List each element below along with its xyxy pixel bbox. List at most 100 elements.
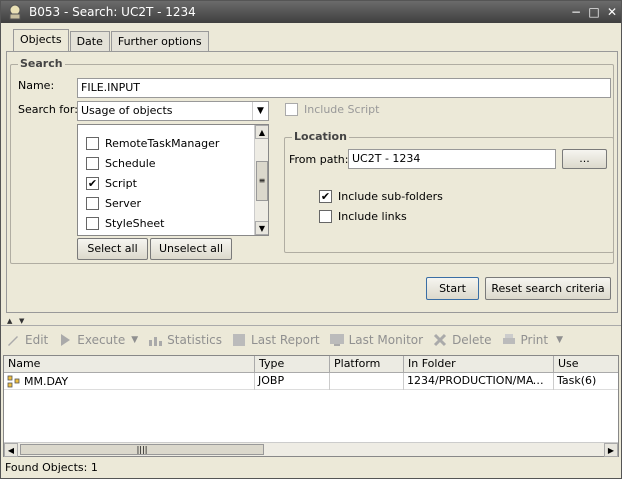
tab-further-options[interactable]: Further options xyxy=(110,31,209,51)
column-header-folder[interactable]: In Folder xyxy=(404,356,554,373)
title-bar: B053 - Search: UC2T - 1234 − □ ✕ xyxy=(1,1,621,23)
list-item[interactable]: StyleSheet xyxy=(86,215,164,231)
cell-platform xyxy=(330,373,404,390)
search-legend: Search xyxy=(18,57,65,70)
edit-label: Edit xyxy=(25,333,49,347)
table-scrollbar[interactable]: ◀ |||| ▶ xyxy=(4,442,618,457)
print-label: Print xyxy=(520,333,549,347)
print-button[interactable]: Print ▼ xyxy=(501,332,563,348)
minimize-button[interactable]: − xyxy=(567,3,585,21)
results-toolbar: Edit Execute ▼ Statistics Last Report La… xyxy=(5,329,572,351)
execute-button[interactable]: Execute ▼ xyxy=(57,332,138,348)
last-monitor-button[interactable]: Last Monitor xyxy=(329,332,423,348)
include-links-option[interactable]: Include links xyxy=(319,210,407,223)
include-subfolders-label: Include sub-folders xyxy=(338,190,443,203)
column-header-platform[interactable]: Platform xyxy=(330,356,404,373)
include-links-label: Include links xyxy=(338,210,407,223)
location-legend: Location xyxy=(292,130,349,143)
splitter-up-icon[interactable]: ▲ xyxy=(7,317,12,325)
column-header-type[interactable]: Type xyxy=(255,356,330,373)
execute-dropdown-icon[interactable]: ▼ xyxy=(131,335,138,345)
scroll-thumb[interactable]: |||| xyxy=(20,444,264,455)
app-icon xyxy=(9,4,21,20)
from-path-input[interactable]: UC2T - 1234 xyxy=(348,149,556,169)
last-monitor-label: Last Monitor xyxy=(348,333,424,347)
from-path-label: From path: xyxy=(289,153,349,166)
object-type-checkbox[interactable] xyxy=(86,136,99,150)
cell-folder: 1234/PRODUCTION/MATERI... xyxy=(404,373,554,390)
select-all-button[interactable]: Select all xyxy=(77,238,148,260)
printer-icon xyxy=(502,334,515,344)
object-type-checkbox[interactable] xyxy=(86,216,99,230)
splitter-down-icon[interactable]: ▼ xyxy=(19,317,24,325)
cell-name: MM.DAY xyxy=(4,373,255,390)
include-script-label: Include Script xyxy=(304,103,380,116)
list-item[interactable]: RemoteTaskManager xyxy=(86,135,219,151)
delete-label: Delete xyxy=(452,333,492,347)
scroll-down-icon[interactable]: ▼ xyxy=(255,221,268,235)
object-type-list[interactable]: RemoteTaskManager Schedule ✔ Script Serv… xyxy=(77,124,269,236)
table-header: Name Type Platform In Folder Use xyxy=(4,356,618,373)
pencil-icon xyxy=(8,336,18,346)
results-table[interactable]: Name Type Platform In Folder Use MM.DAY … xyxy=(3,355,619,457)
include-script-checkbox[interactable] xyxy=(285,103,298,116)
name-label: Name: xyxy=(18,79,55,92)
object-type-checkbox[interactable] xyxy=(86,196,99,210)
cell-name-text: MM.DAY xyxy=(24,375,69,388)
search-window: B053 - Search: UC2T - 1234 − □ ✕ Objects… xyxy=(0,0,622,479)
unselect-all-button[interactable]: Unselect all xyxy=(150,238,232,260)
maximize-button[interactable]: □ xyxy=(585,3,603,21)
print-dropdown-icon[interactable]: ▼ xyxy=(556,335,563,345)
cell-use: Task(6) xyxy=(557,374,597,387)
close-button[interactable]: ✕ xyxy=(603,3,621,21)
tab-objects[interactable]: Objects xyxy=(13,29,69,51)
last-report-button[interactable]: Last Report xyxy=(231,332,320,348)
search-for-value: Usage of objects xyxy=(81,104,173,117)
scroll-up-icon[interactable]: ▲ xyxy=(255,125,268,139)
window-title: B053 - Search: UC2T - 1234 xyxy=(29,5,196,19)
last-report-label: Last Report xyxy=(251,333,320,347)
reset-search-button[interactable]: Reset search criteria xyxy=(485,277,611,300)
name-input[interactable]: FILE.INPUT xyxy=(77,78,611,98)
search-for-select[interactable]: Usage of objects ▼ xyxy=(77,101,269,121)
scroll-left-icon[interactable]: ◀ xyxy=(4,443,18,457)
table-row[interactable]: MM.DAY JOBP 1234/PRODUCTION/MATERI... Ta… xyxy=(4,373,618,390)
edit-button[interactable]: Edit xyxy=(5,332,48,348)
scroll-right-icon[interactable]: ▶ xyxy=(604,443,618,457)
divider xyxy=(1,325,621,326)
status-text: Found Objects: 1 xyxy=(5,461,98,474)
chart-icon xyxy=(149,337,163,346)
object-type-label: Schedule xyxy=(105,156,156,170)
scroll-thumb[interactable]: ≡ xyxy=(256,161,268,201)
include-subfolders-checkbox[interactable]: ✔ xyxy=(319,190,332,203)
cell-type: JOBP xyxy=(255,373,330,390)
tab-strip: Objects Date Further options xyxy=(13,29,210,52)
object-type-label: RemoteTaskManager xyxy=(105,136,220,150)
tab-date[interactable]: Date xyxy=(69,31,110,51)
column-header-name[interactable]: Name xyxy=(4,356,255,373)
workflow-icon xyxy=(7,375,20,388)
object-type-checkbox[interactable] xyxy=(86,156,99,170)
list-item[interactable]: Server xyxy=(86,195,141,211)
include-script-option[interactable]: Include Script xyxy=(285,103,379,116)
list-scrollbar[interactable]: ▲ ≡ ▼ xyxy=(254,125,268,235)
chevron-down-icon[interactable]: ▼ xyxy=(252,102,268,120)
search-for-label: Search for: xyxy=(18,103,78,116)
monitor-icon xyxy=(329,334,344,346)
list-item[interactable]: Schedule xyxy=(86,155,156,171)
object-type-label: StyleSheet xyxy=(105,216,165,230)
objects-panel: Search Name: FILE.INPUT Search for: Usag… xyxy=(6,51,618,313)
splitter[interactable]: ▲ ▼ xyxy=(1,317,621,327)
browse-button[interactable]: ... xyxy=(562,149,607,169)
include-subfolders-option[interactable]: ✔ Include sub-folders xyxy=(319,190,443,203)
statistics-button[interactable]: Statistics xyxy=(147,332,222,348)
list-item[interactable]: ✔ Script xyxy=(86,175,137,191)
location-group: Location From path: UC2T - 1234 ... ✔ In… xyxy=(284,130,614,253)
column-header-use[interactable]: Use xyxy=(554,356,618,373)
play-icon xyxy=(61,334,71,346)
object-type-checkbox[interactable]: ✔ xyxy=(86,176,99,190)
start-button[interactable]: Start xyxy=(426,277,479,300)
include-links-checkbox[interactable] xyxy=(319,210,332,223)
object-type-label: Script xyxy=(105,176,137,190)
delete-button[interactable]: Delete xyxy=(432,332,492,348)
